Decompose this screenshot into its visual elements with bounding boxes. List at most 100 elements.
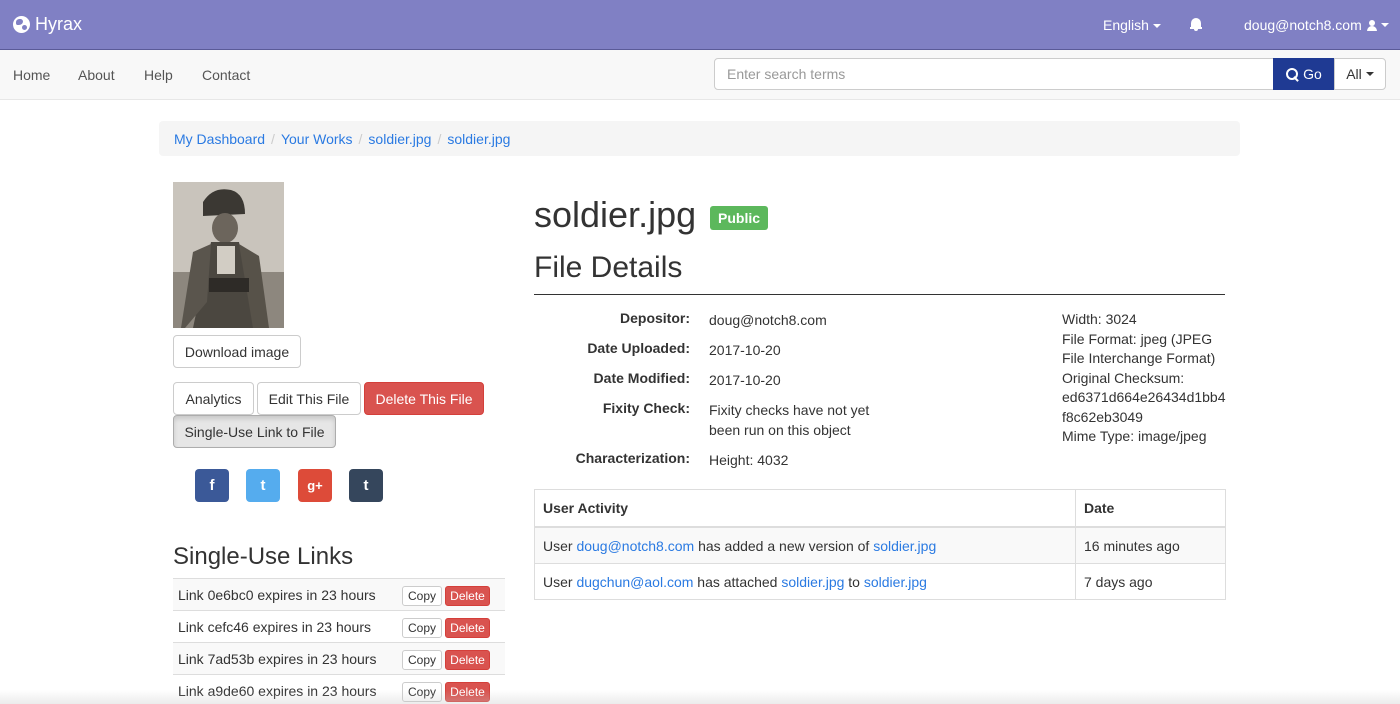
- activity-text: User: [543, 573, 573, 590]
- depositor-label: Depositor:: [620, 310, 690, 326]
- link-text: Link 7ad53b expires in 23 hours: [178, 651, 377, 667]
- divider: [534, 294, 1225, 295]
- nav-home[interactable]: Home: [13, 67, 50, 83]
- char-item: Width: 3024: [1062, 311, 1137, 327]
- search-input[interactable]: [714, 58, 1274, 90]
- top-bar: Hyrax English doug@notch8.com: [0, 0, 1400, 50]
- copy-link-button[interactable]: Copy: [402, 618, 442, 638]
- breadcrumb-work[interactable]: soldier.jpg: [368, 131, 431, 147]
- nav-help[interactable]: Help: [144, 67, 173, 83]
- caret-down-icon: [1380, 23, 1389, 27]
- char-item: File Interchange Format): [1062, 350, 1216, 366]
- facebook-share-icon[interactable]: f: [195, 469, 229, 502]
- nav-about[interactable]: About: [78, 67, 115, 83]
- search-go-button[interactable]: Go: [1273, 58, 1335, 90]
- char-item: Mime Type: image/jpeg: [1062, 428, 1207, 444]
- breadcrumb-file[interactable]: soldier.jpg: [447, 131, 510, 147]
- single-use-link-button[interactable]: Single-Use Link to File: [173, 415, 336, 448]
- activity-cell: User doug@notch8.com has added a new ver…: [535, 528, 1076, 563]
- breadcrumb-separator: /: [437, 130, 442, 147]
- notifications-bell-icon[interactable]: [1190, 18, 1202, 31]
- download-image-button[interactable]: Download image: [173, 335, 301, 368]
- activity-user-link[interactable]: dugchun@aol.com: [576, 574, 693, 590]
- breadcrumb-dashboard[interactable]: My Dashboard: [174, 131, 265, 147]
- char-item: ed6371d664e26434d1bb4: [1062, 389, 1226, 405]
- activity-user-link[interactable]: doug@notch8.com: [576, 538, 694, 554]
- nav-bar: Home About Help Contact Go All: [0, 50, 1400, 100]
- globe-icon: [13, 16, 30, 33]
- activity-date: 7 days ago: [1084, 573, 1153, 590]
- date-uploaded-value: 2017-10-20: [709, 342, 781, 358]
- table-row: Link cefc46 expires in 23 hours Copy Del…: [173, 610, 505, 642]
- go-label: Go: [1303, 66, 1322, 82]
- activity-target-link[interactable]: soldier.jpg: [781, 574, 844, 590]
- brand-name: Hyrax: [35, 14, 83, 34]
- characterization-label: Characterization:: [575, 450, 690, 466]
- activity-text: User: [543, 537, 573, 554]
- google-plus-share-icon[interactable]: g+: [298, 469, 332, 502]
- copy-link-button[interactable]: Copy: [402, 586, 442, 606]
- twitter-share-icon[interactable]: t: [246, 469, 280, 502]
- search-scope-dropdown[interactable]: All: [1334, 58, 1386, 90]
- breadcrumb: My Dashboard / Your Works / soldier.jpg …: [159, 121, 1240, 156]
- page-title: soldier.jpg: [534, 194, 697, 235]
- date-uploaded-label: Date Uploaded:: [587, 340, 690, 356]
- depositor-link[interactable]: doug@notch8.com: [709, 310, 827, 330]
- char-item: f8c62eb3049: [1062, 408, 1143, 425]
- caret-down-icon: [1152, 24, 1161, 29]
- analytics-button[interactable]: Analytics: [173, 382, 254, 415]
- file-thumbnail[interactable]: [173, 182, 284, 328]
- tumblr-share-icon[interactable]: t: [349, 469, 383, 502]
- activity-text: to: [848, 573, 860, 590]
- activity-cell: User dugchun@aol.com has attached soldie…: [535, 564, 1076, 599]
- file-details-heading: File Details: [534, 251, 683, 284]
- column-header-activity: User Activity: [535, 490, 1076, 526]
- soldier-photo: [173, 182, 284, 328]
- activity-target-link[interactable]: soldier.jpg: [873, 538, 936, 554]
- link-text: Link cefc46 expires in 23 hours: [178, 619, 371, 635]
- fixity-line: been run on this object: [709, 422, 851, 438]
- edit-file-button[interactable]: Edit This File: [257, 382, 361, 415]
- link-text: Link 0e6bc0 expires in 23 hours: [178, 587, 376, 603]
- column-header-date: Date: [1084, 500, 1115, 516]
- date-modified-value: 2017-10-20: [709, 372, 781, 388]
- single-use-links-table: Link 0e6bc0 expires in 23 hours Copy Del…: [173, 578, 505, 704]
- breadcrumb-works[interactable]: Your Works: [281, 131, 353, 147]
- char-item: File Format: jpeg (JPEG: [1062, 330, 1213, 347]
- scroll-shadow: [0, 690, 1400, 704]
- delete-link-button[interactable]: Delete: [445, 650, 490, 670]
- visibility-badge: Public: [710, 206, 769, 230]
- table-row: User doug@notch8.com has added a new ver…: [535, 527, 1225, 563]
- activity-text: has added a new version of: [698, 537, 870, 554]
- fixity-check-value: Fixity checks have not yet been run on t…: [709, 400, 869, 440]
- user-icon: [1366, 19, 1377, 31]
- breadcrumb-separator: /: [358, 130, 363, 147]
- char-item: Original Checksum:: [1062, 369, 1185, 386]
- copy-link-button[interactable]: Copy: [402, 650, 442, 670]
- characterization-list: Width: 3024 File Format: jpeg (JPEG File…: [1062, 310, 1232, 447]
- table-row: Link 7ad53b expires in 23 hours Copy Del…: [173, 642, 505, 674]
- nav-contact[interactable]: Contact: [202, 67, 250, 83]
- date-modified-label: Date Modified:: [593, 370, 690, 386]
- brand-link[interactable]: Hyrax: [13, 14, 82, 35]
- user-email: doug@notch8.com: [1244, 17, 1362, 33]
- single-use-links-heading: Single-Use Links: [173, 543, 354, 570]
- table-row: User dugchun@aol.com has attached soldie…: [535, 563, 1225, 599]
- delete-link-button[interactable]: Delete: [445, 586, 490, 606]
- language-menu[interactable]: English: [1103, 17, 1161, 33]
- user-activity-table: User Activity Date User doug@notch8.com …: [534, 489, 1226, 600]
- delete-link-button[interactable]: Delete: [445, 618, 490, 638]
- activity-text: has attached: [697, 573, 778, 590]
- scope-label: All: [1346, 66, 1362, 82]
- delete-file-button[interactable]: Delete This File: [364, 382, 484, 415]
- language-label: English: [1103, 17, 1149, 33]
- table-row: Link 0e6bc0 expires in 23 hours Copy Del…: [173, 578, 505, 610]
- user-menu[interactable]: doug@notch8.com: [1244, 17, 1389, 33]
- fixity-check-label: Fixity Check:: [602, 400, 690, 416]
- characterization-height: Height: 4032: [709, 452, 789, 468]
- breadcrumb-separator: /: [271, 130, 275, 147]
- caret-down-icon: [1365, 72, 1374, 76]
- activity-target-link[interactable]: soldier.jpg: [864, 574, 927, 590]
- search-icon: [1286, 67, 1299, 81]
- fixity-line: Fixity checks have not yet: [709, 402, 870, 418]
